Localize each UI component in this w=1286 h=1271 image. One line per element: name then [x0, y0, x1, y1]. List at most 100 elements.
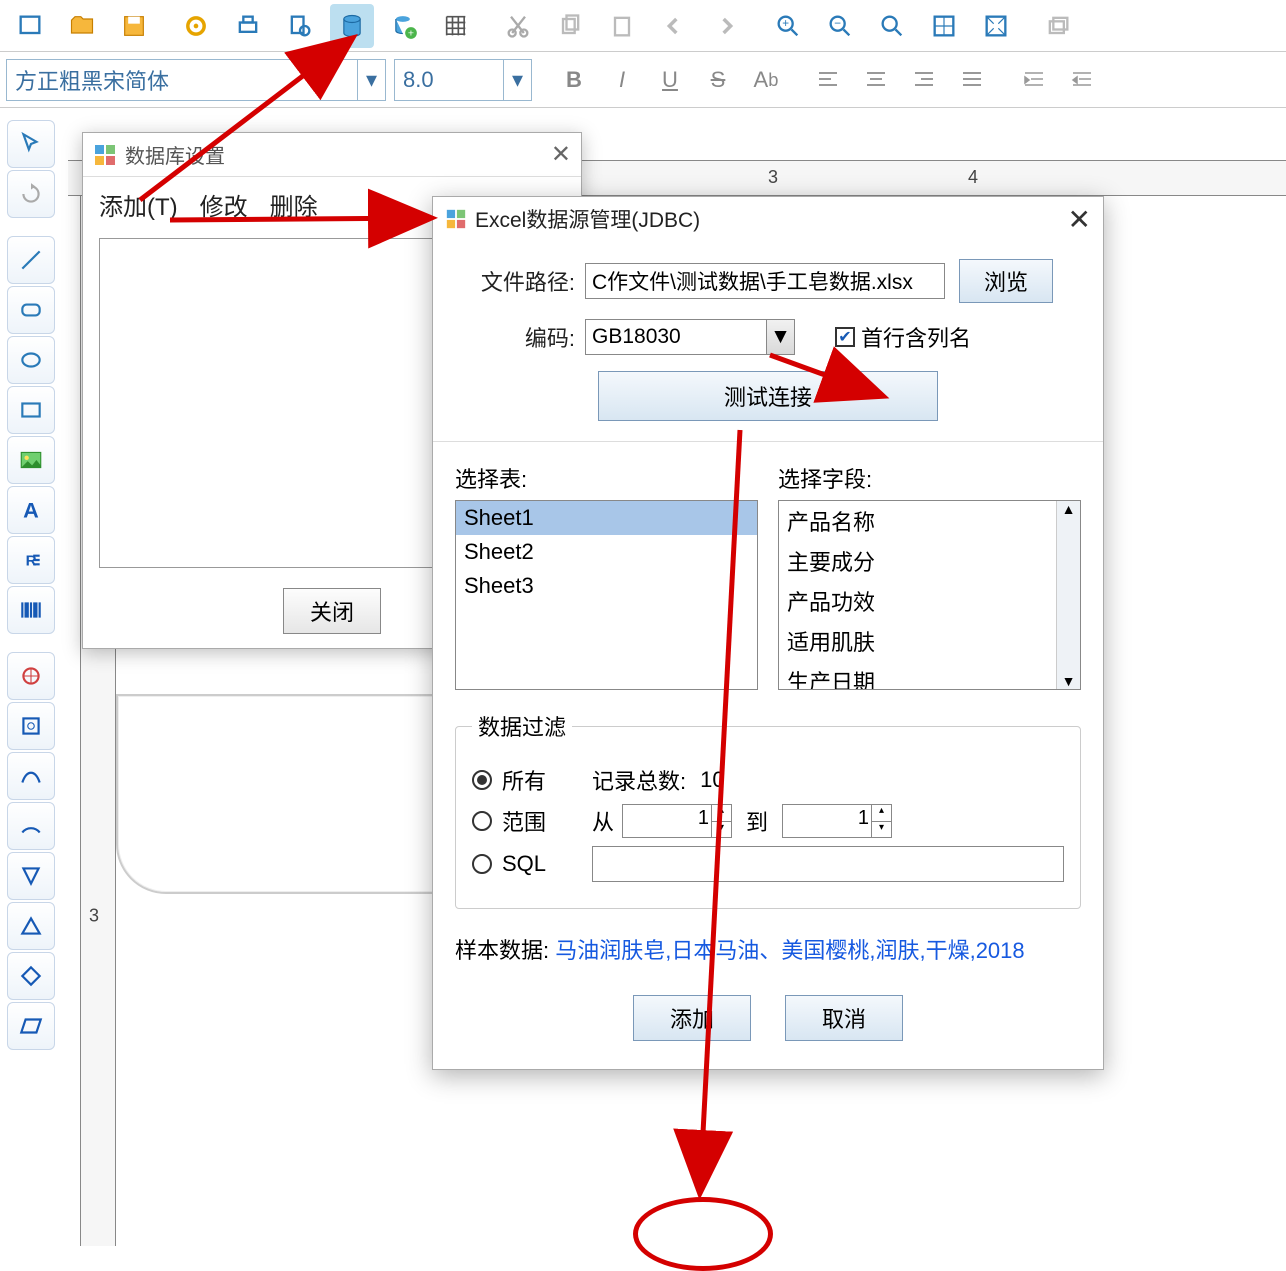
to-spinner[interactable]: 1▴▾: [782, 804, 892, 838]
polygon-tool-icon[interactable]: [7, 852, 55, 900]
encoding-select[interactable]: GB18030 ▼: [585, 319, 795, 355]
redo-icon[interactable]: [704, 4, 748, 48]
list-item[interactable]: 生产日期: [779, 661, 1080, 690]
indent-decrease-icon[interactable]: [1060, 58, 1104, 102]
copy-icon[interactable]: [548, 4, 592, 48]
ellipse-tool-icon[interactable]: [7, 336, 55, 384]
shape1-tool-icon[interactable]: [7, 652, 55, 700]
cut-icon[interactable]: [496, 4, 540, 48]
filter-all-radio[interactable]: [472, 770, 492, 790]
close-button[interactable]: 关闭: [283, 588, 381, 634]
paste-icon[interactable]: [600, 4, 644, 48]
diamond-tool-icon[interactable]: [7, 952, 55, 1000]
svg-text:−: −: [834, 17, 841, 30]
font-size-value: 8.0: [403, 67, 434, 93]
svg-text:+: +: [782, 17, 789, 30]
from-spinner[interactable]: 1▴▾: [622, 804, 732, 838]
filter-range-radio[interactable]: [472, 811, 492, 831]
menu-add[interactable]: 添加(T): [99, 187, 178, 222]
list-item[interactable]: Sheet3: [456, 569, 757, 603]
cancel-button[interactable]: 取消: [785, 995, 903, 1041]
bold-icon[interactable]: B: [552, 58, 596, 102]
italic-icon[interactable]: I: [600, 58, 644, 102]
sql-input[interactable]: [592, 846, 1064, 882]
fit-screen-icon[interactable]: [922, 4, 966, 48]
align-center-icon[interactable]: [854, 58, 898, 102]
zoom-reset-icon[interactable]: [870, 4, 914, 48]
sample-label: 样本数据:: [455, 938, 549, 963]
zoom-in-icon[interactable]: +: [766, 4, 810, 48]
chevron-down-icon[interactable]: ▼: [766, 320, 794, 354]
ruler-mark: 3: [768, 167, 778, 188]
list-item[interactable]: Sheet2: [456, 535, 757, 569]
menu-edit[interactable]: 修改: [200, 187, 248, 222]
align-justify-icon[interactable]: [950, 58, 994, 102]
database-icon[interactable]: [330, 4, 374, 48]
filter-range-label: 范围: [502, 805, 572, 837]
text-tool-icon[interactable]: A: [7, 486, 55, 534]
filepath-label: 文件路径:: [455, 265, 575, 297]
field-listbox[interactable]: 产品名称 主要成分 产品功效 适用肌肤 生产日期 ▲▼: [778, 500, 1081, 690]
layers-icon[interactable]: [1036, 4, 1080, 48]
pointer-tool-icon[interactable]: [7, 120, 55, 168]
triangle-tool-icon[interactable]: [7, 902, 55, 950]
tool-palette: A R: [4, 118, 58, 1052]
main-toolbar: + + −: [0, 0, 1286, 52]
print-icon[interactable]: [226, 4, 270, 48]
strikethrough-icon[interactable]: S: [696, 58, 740, 102]
grid-icon[interactable]: [434, 4, 478, 48]
font-size-select[interactable]: 8.0 ▾: [394, 59, 532, 101]
undo-icon[interactable]: [652, 4, 696, 48]
align-right-icon[interactable]: [902, 58, 946, 102]
rotate-tool-icon[interactable]: [7, 170, 55, 218]
ruler-mark: 3: [89, 906, 99, 927]
ruler-mark: 4: [968, 167, 978, 188]
filter-sql-radio[interactable]: [472, 854, 492, 874]
settings-icon[interactable]: [174, 4, 218, 48]
barcode-tool-icon[interactable]: [7, 586, 55, 634]
chevron-down-icon[interactable]: ▾: [357, 60, 385, 100]
chevron-down-icon[interactable]: ▾: [503, 60, 531, 100]
parallelogram-tool-icon[interactable]: [7, 1002, 55, 1050]
preview-icon[interactable]: [278, 4, 322, 48]
image-tool-icon[interactable]: [7, 436, 55, 484]
font-select[interactable]: 方正粗黑宋简体 ▾: [6, 59, 386, 101]
from-label: 从: [592, 805, 622, 837]
ok-button[interactable]: 添加: [633, 995, 751, 1041]
arc-tool-icon[interactable]: [7, 802, 55, 850]
align-left-icon[interactable]: [806, 58, 850, 102]
underline-icon[interactable]: U: [648, 58, 692, 102]
filepath-input[interactable]: [585, 263, 945, 299]
close-icon[interactable]: ✕: [1068, 203, 1091, 236]
close-icon[interactable]: ✕: [551, 140, 571, 169]
first-row-checkbox[interactable]: ✔: [835, 327, 855, 347]
select-field-label: 选择字段:: [778, 462, 1081, 494]
list-item[interactable]: 产品名称: [779, 501, 1080, 541]
scrollbar[interactable]: ▲▼: [1056, 501, 1080, 689]
database-add-icon[interactable]: +: [382, 4, 426, 48]
to-label: 到: [746, 805, 768, 837]
richtext-tool-icon[interactable]: R: [7, 536, 55, 584]
save-icon[interactable]: [112, 4, 156, 48]
menu-delete[interactable]: 删除: [270, 187, 318, 222]
list-item[interactable]: 产品功效: [779, 581, 1080, 621]
shape2-tool-icon[interactable]: [7, 702, 55, 750]
rounded-rect-tool-icon[interactable]: [7, 286, 55, 334]
curve-tool-icon[interactable]: [7, 752, 55, 800]
rect-tool-icon[interactable]: [7, 386, 55, 434]
list-item[interactable]: 主要成分: [779, 541, 1080, 581]
list-item[interactable]: Sheet1: [456, 501, 757, 535]
line-tool-icon[interactable]: [7, 236, 55, 284]
zoom-out-icon[interactable]: −: [818, 4, 862, 48]
list-item[interactable]: 适用肌肤: [779, 621, 1080, 661]
dialog-titlebar[interactable]: 数据库设置 ✕: [83, 133, 581, 177]
new-file-icon[interactable]: [8, 4, 52, 48]
dialog-titlebar[interactable]: Excel数据源管理(JDBC) ✕: [433, 197, 1103, 241]
indent-increase-icon[interactable]: [1012, 58, 1056, 102]
table-listbox[interactable]: Sheet1 Sheet2 Sheet3: [455, 500, 758, 690]
superscript-icon[interactable]: Ab: [744, 58, 788, 102]
open-file-icon[interactable]: [60, 4, 104, 48]
fullscreen-icon[interactable]: [974, 4, 1018, 48]
browse-button[interactable]: 浏览: [959, 259, 1053, 303]
test-connection-button[interactable]: 测试连接: [598, 371, 938, 421]
